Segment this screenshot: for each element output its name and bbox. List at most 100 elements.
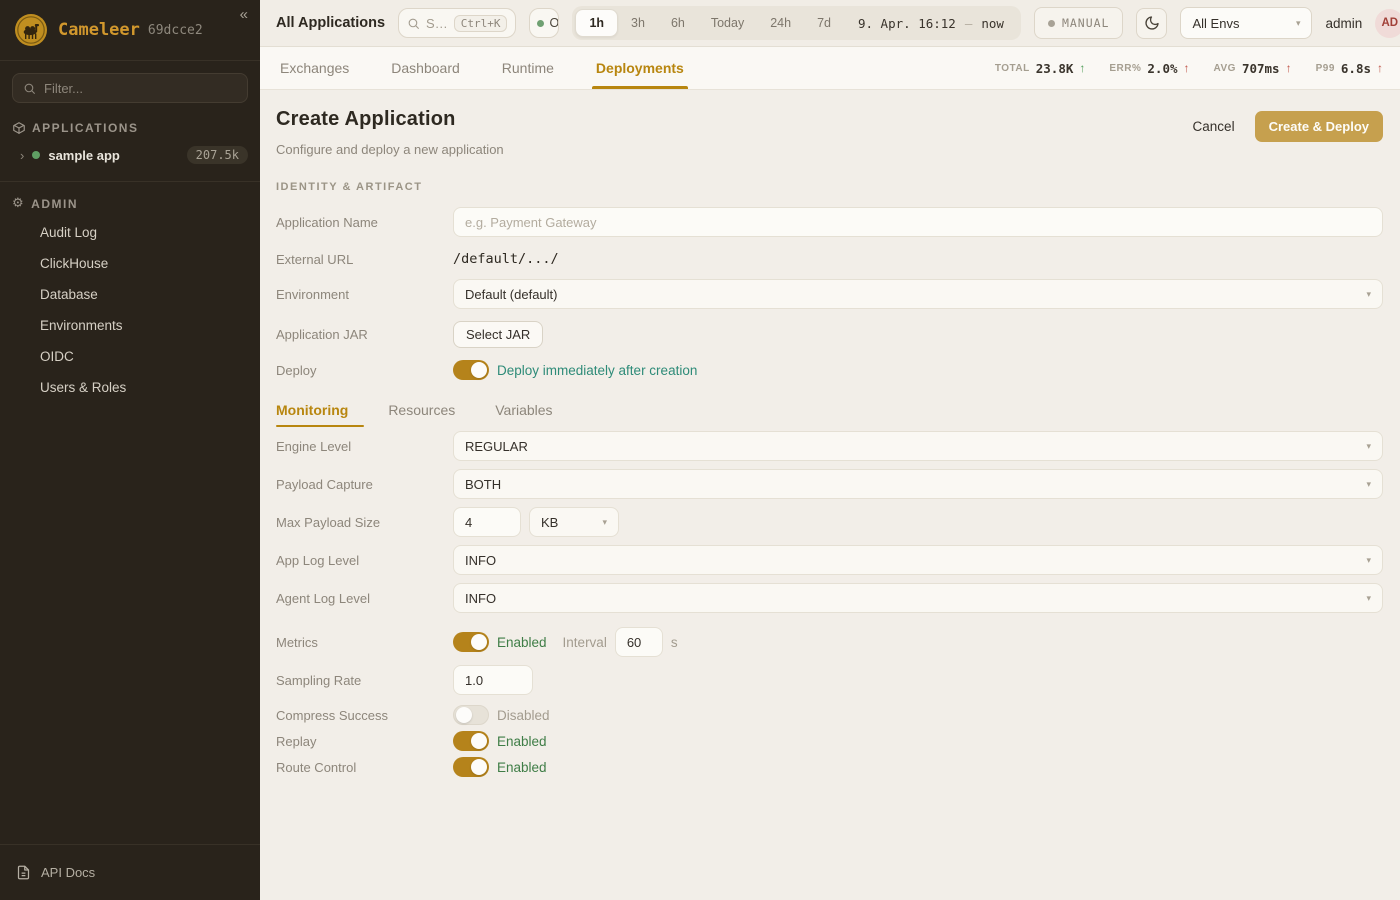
create-application-form: Create Application Configure and deploy … — [260, 90, 1400, 900]
time-range-6h[interactable]: 6h — [658, 9, 698, 37]
environment-select[interactable]: Default (default) ▾ — [453, 279, 1383, 309]
time-range-today[interactable]: Today — [698, 9, 757, 37]
application-name-input[interactable] — [453, 207, 1383, 237]
sidebar-item-oidc[interactable]: OIDC — [0, 341, 260, 372]
sidebar-item-clickhouse[interactable]: ClickHouse — [0, 248, 260, 279]
document-icon — [16, 865, 31, 880]
manual-label: MANUAL — [1062, 16, 1110, 30]
deploy-row: Deploy Deploy immediately after creation — [276, 360, 1383, 380]
page-title: Create Application — [276, 108, 504, 131]
application-name-row: Application Name — [276, 207, 1383, 237]
time-range-3h[interactable]: 3h — [618, 9, 658, 37]
interval-unit: s — [671, 635, 678, 650]
collapse-sidebar-icon[interactable]: « — [240, 6, 248, 23]
application-jar-row: Application JAR Select JAR — [276, 321, 1383, 348]
gear-icon: ⚙ — [12, 196, 25, 211]
time-range-1h[interactable]: 1h — [575, 9, 618, 37]
sidebar-item-users-roles[interactable]: Users & Roles — [0, 372, 260, 403]
page-actions: Cancel Create & Deploy — [1193, 111, 1383, 142]
filter-input[interactable] — [44, 81, 237, 96]
page-context-title: All Applications — [276, 15, 385, 31]
date-from: 9. Apr. 16:12 — [858, 16, 956, 31]
tab-dashboard[interactable]: Dashboard — [391, 47, 460, 89]
environment-filter-select[interactable]: All Envs ▾ — [1180, 7, 1312, 39]
status-pill[interactable]: O — [529, 8, 559, 38]
agent-log-level-row: Agent Log Level INFO ▾ — [276, 583, 1383, 613]
identity-section-heading: IDENTITY & ARTIFACT — [276, 181, 1383, 193]
app-count-badge: 207.5k — [187, 146, 248, 164]
time-range-24h[interactable]: 24h — [757, 9, 804, 37]
metrics-interval-input[interactable] — [615, 627, 663, 657]
tab-monitoring[interactable]: Monitoring — [276, 402, 348, 427]
engine-level-row: Engine Level REGULAR ▾ — [276, 431, 1383, 461]
sampling-rate-input[interactable] — [453, 665, 533, 695]
sidebar: Cameleer 69dcce2 « APPLICATIONS › sample… — [0, 0, 260, 900]
cancel-button[interactable]: Cancel — [1193, 119, 1235, 134]
tab-deployments[interactable]: Deployments — [596, 47, 684, 89]
topbar: All Applications S… Ctrl+K O 1h 3h 6h To… — [260, 0, 1400, 47]
filter-input-wrap[interactable] — [12, 73, 248, 103]
brand-name: Cameleer — [58, 20, 140, 40]
date-to: now — [981, 16, 1004, 31]
topbar-right-cluster: MANUAL All Envs ▾ admin AD — [1034, 7, 1400, 39]
date-range-display[interactable]: 9. Apr. 16:12 – now — [844, 16, 1018, 31]
chevron-down-icon: ▾ — [1366, 441, 1371, 452]
create-deploy-button[interactable]: Create & Deploy — [1255, 111, 1383, 142]
sidebar-header: Cameleer 69dcce2 « — [0, 0, 260, 61]
select-jar-button[interactable]: Select JAR — [453, 321, 543, 348]
tab-variables[interactable]: Variables — [495, 402, 552, 427]
moon-icon — [1144, 15, 1160, 31]
package-icon — [12, 121, 26, 135]
config-tabs: Monitoring Resources Variables — [276, 402, 1383, 427]
deploy-toggle[interactable] — [453, 360, 489, 380]
time-range-7d[interactable]: 7d — [804, 9, 844, 37]
camel-logo-icon — [14, 13, 48, 47]
manual-refresh-button[interactable]: MANUAL — [1034, 7, 1124, 39]
external-url-value: /default/.../ — [453, 251, 559, 267]
user-avatar[interactable]: AD — [1375, 9, 1400, 38]
sidebar-item-api-docs[interactable]: API Docs — [0, 859, 260, 886]
interval-label: Interval — [563, 635, 607, 650]
route-control-row: Route Control Enabled — [276, 757, 1383, 777]
route-control-toggle[interactable] — [453, 757, 489, 777]
engine-level-select[interactable]: REGULAR ▾ — [453, 431, 1383, 461]
applications-section-header: APPLICATIONS — [0, 107, 260, 141]
sidebar-item-audit-log[interactable]: Audit Log — [0, 217, 260, 248]
sidebar-item-database[interactable]: Database — [0, 279, 260, 310]
compress-success-toggle[interactable] — [453, 705, 489, 725]
sidebar-item-environments[interactable]: Environments — [0, 310, 260, 341]
payload-size-unit-select[interactable]: KB ▾ — [529, 507, 619, 537]
chevron-down-icon: ▾ — [1366, 289, 1371, 300]
global-search[interactable]: S… Ctrl+K — [398, 8, 516, 38]
section-tabbar: Exchanges Dashboard Runtime Deployments … — [260, 47, 1400, 90]
metrics-row: Metrics Enabled Interval s — [276, 627, 1383, 657]
payload-capture-select[interactable]: BOTH ▾ — [453, 469, 1383, 499]
search-icon — [23, 82, 36, 95]
metrics-state: Enabled — [497, 635, 547, 650]
external-url-row: External URL /default/.../ — [276, 251, 1383, 267]
trend-up-icon: ↑ — [1184, 61, 1190, 75]
app-log-level-select[interactable]: INFO ▾ — [453, 545, 1383, 575]
replay-toggle[interactable] — [453, 731, 489, 751]
tab-resources[interactable]: Resources — [388, 402, 455, 427]
max-payload-size-input[interactable] — [453, 507, 521, 537]
stat-avg: AVG 707ms ↑ — [1214, 61, 1292, 76]
chevron-down-icon: ▾ — [1366, 593, 1371, 604]
metrics-toggle[interactable] — [453, 632, 489, 652]
date-separator: – — [965, 16, 973, 31]
chevron-down-icon: ▾ — [1366, 479, 1371, 490]
dark-mode-toggle-button[interactable] — [1136, 8, 1167, 39]
tab-exchanges[interactable]: Exchanges — [280, 47, 349, 89]
tab-runtime[interactable]: Runtime — [502, 47, 554, 89]
sidebar-item-sample-app[interactable]: › sample app 207.5k — [0, 141, 260, 169]
app-name: sample app — [48, 148, 120, 163]
replay-row: Replay Enabled — [276, 731, 1383, 751]
chevron-right-icon[interactable]: › — [20, 148, 24, 163]
chevron-down-icon: ▾ — [1366, 555, 1371, 566]
manual-status-dot — [1048, 20, 1055, 27]
agent-log-level-select[interactable]: INFO ▾ — [453, 583, 1383, 613]
chevron-down-icon: ▾ — [1296, 18, 1301, 29]
sidebar-footer: API Docs — [0, 844, 260, 900]
page-subtitle: Configure and deploy a new application — [276, 142, 504, 157]
stat-total: TOTAL 23.8K ↑ — [995, 61, 1086, 76]
